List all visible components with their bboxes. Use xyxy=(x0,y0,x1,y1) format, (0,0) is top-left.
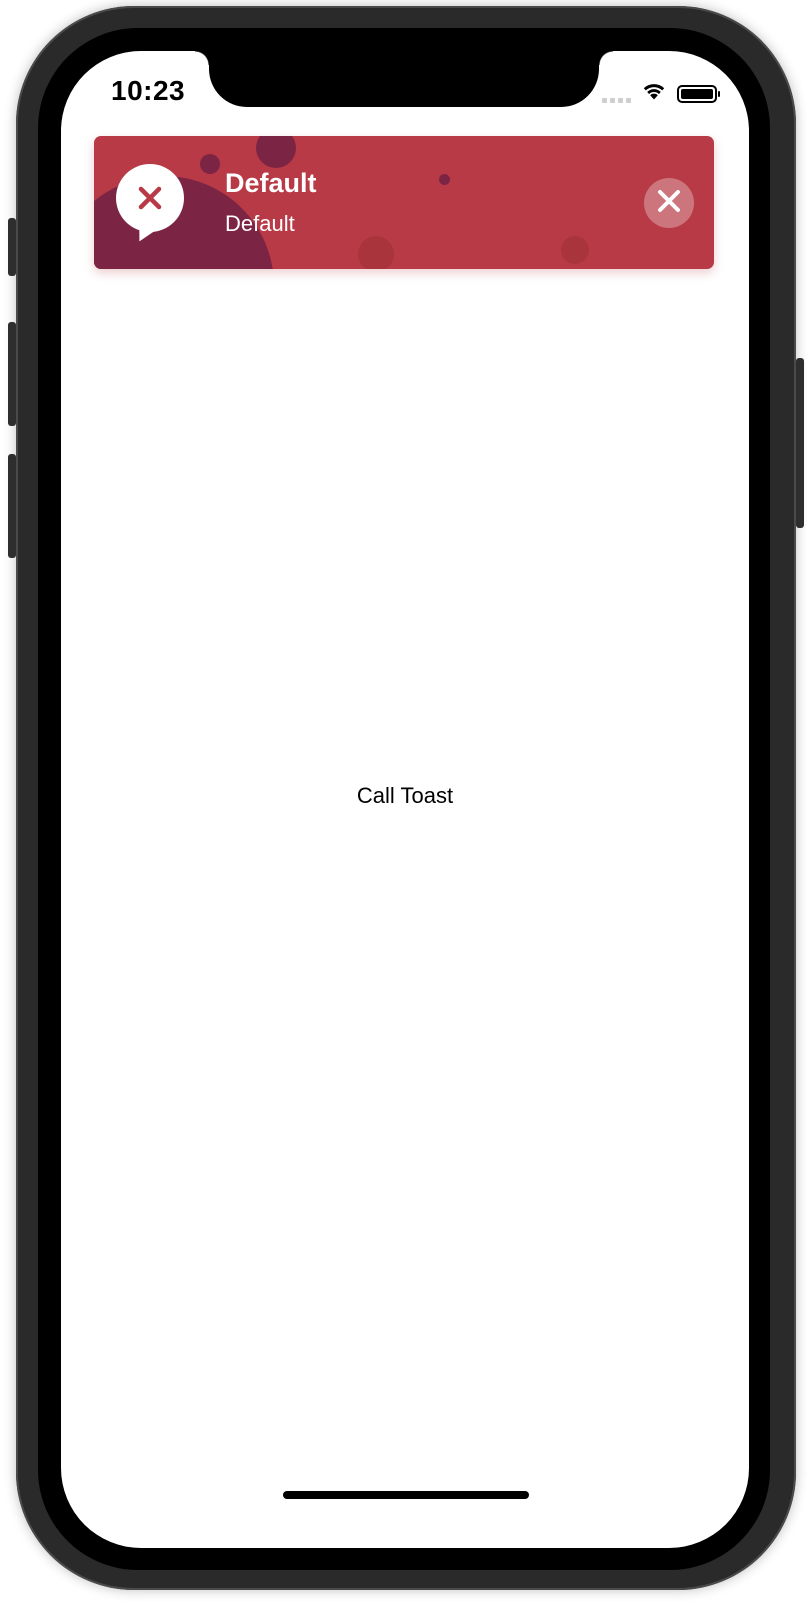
error-x-icon xyxy=(116,164,184,232)
volume-down-button xyxy=(8,454,16,558)
call-toast-button[interactable]: Call Toast xyxy=(61,783,749,809)
power-button xyxy=(796,358,804,528)
decor-bubble xyxy=(561,236,589,264)
close-icon xyxy=(657,189,681,218)
decor-bubble xyxy=(256,136,296,168)
silent-switch xyxy=(8,218,16,276)
status-time: 10:23 xyxy=(111,75,186,106)
volume-up-button xyxy=(8,322,16,426)
screen: 10:23 Default Default Call Toast xyxy=(61,51,749,1548)
toast-message: Default xyxy=(225,211,295,236)
notch xyxy=(195,51,599,107)
cellular-signal-icon xyxy=(602,85,631,103)
decor-bubble xyxy=(200,154,220,174)
toast-notification[interactable]: Default Default xyxy=(94,136,714,269)
toast-close-button[interactable] xyxy=(644,178,694,228)
status-icons xyxy=(602,81,720,106)
toast-title: Default xyxy=(225,168,317,198)
wifi-icon xyxy=(641,81,667,106)
decor-bubble xyxy=(439,174,450,185)
decor-bubble xyxy=(358,236,394,269)
battery-icon xyxy=(677,84,720,103)
home-indicator[interactable] xyxy=(283,1491,529,1499)
